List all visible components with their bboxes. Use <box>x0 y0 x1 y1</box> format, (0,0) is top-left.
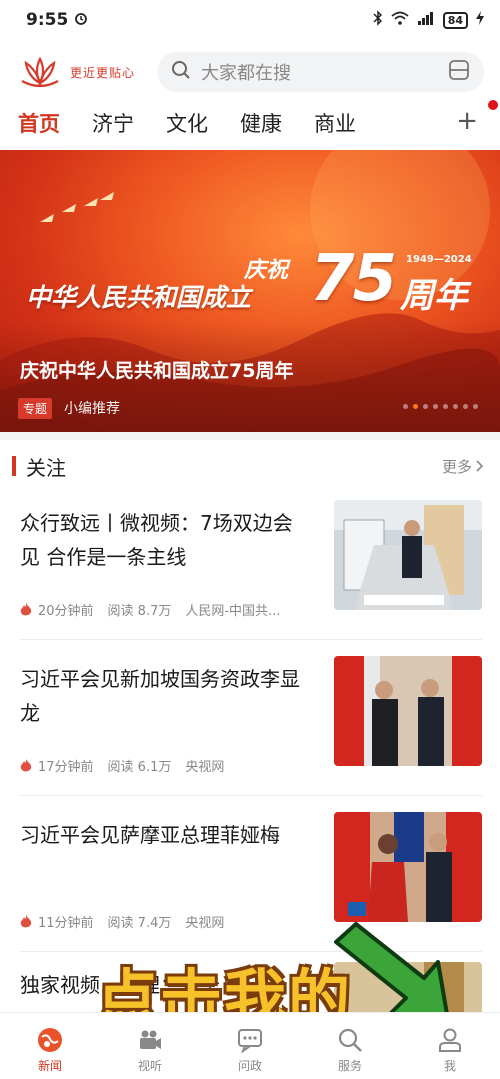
tab-culture[interactable]: 文化 <box>166 108 208 138</box>
news-source: 央视网 <box>185 760 225 775</box>
carousel-dot <box>443 404 448 409</box>
news-title[interactable]: 习近平会见新加坡国务资政李显龙 <box>20 662 310 730</box>
banner-art-number: 75 <box>310 242 397 316</box>
carousel-dot <box>423 404 428 409</box>
carousel-dot <box>453 404 458 409</box>
news-time: 11分钟前 <box>38 916 94 931</box>
news-title[interactable]: 众行致远丨微视频：7场双边会见 合作是一条主线 <box>20 506 310 574</box>
banner-tag: 专题 <box>18 398 53 419</box>
search-nav-icon <box>338 1028 362 1052</box>
status-bar: 9:55 84 <box>0 0 500 40</box>
carousel-dot <box>473 404 478 409</box>
tab-jining[interactable]: 济宁 <box>92 108 134 138</box>
carousel-indicator <box>403 404 478 409</box>
tab-business[interactable]: 商业 <box>314 108 356 138</box>
news-item[interactable]: 众行致远丨微视频：7场双边会见 合作是一条主线 20分钟前 阅读 8.7万 人民… <box>20 500 482 640</box>
banner-art-suffix: 周年 <box>400 276 468 316</box>
battery-level: 84 <box>447 13 463 27</box>
video-nav-icon <box>140 1030 161 1049</box>
news-thumbnail[interactable] <box>334 812 482 922</box>
news-reads: 阅读 7.4万 <box>107 916 172 931</box>
wifi-icon <box>391 11 409 29</box>
chat-nav-icon <box>238 1029 262 1053</box>
search-input[interactable]: 大家都在搜 <box>201 59 448 85</box>
app-header: 更近更贴心 大家都在搜 <box>0 48 500 96</box>
news-reads: 阅读 6.1万 <box>107 760 172 775</box>
nav-label: 新闻 <box>37 1059 62 1073</box>
banner-source: 小编推荐 <box>64 401 120 417</box>
nav-inquiry[interactable]: 问政 <box>200 1013 300 1079</box>
channel-tabs: 首页 济宁 文化 健康 商业 + <box>0 100 500 146</box>
nav-me[interactable]: 我 <box>400 1013 500 1079</box>
section-title: 关注 <box>26 455 66 480</box>
fire-icon <box>20 914 32 929</box>
alarm-icon <box>74 10 88 30</box>
status-icons: 84 <box>373 10 484 30</box>
charging-icon <box>476 11 484 29</box>
nav-news[interactable]: 新闻 <box>0 1013 100 1079</box>
app-logo[interactable]: 更近更贴心 <box>18 55 135 89</box>
add-channel-button[interactable]: + <box>456 106 478 136</box>
nav-video[interactable]: 视听 <box>100 1013 200 1079</box>
section-accent-bar <box>12 456 16 476</box>
news-meta: 20分钟前 阅读 8.7万 人民网-中国共... <box>20 600 280 619</box>
app-slogan: 更近更贴心 <box>70 65 136 80</box>
chevron-right-icon <box>476 460 484 472</box>
banner-art-years: 1949—2024 <box>406 254 472 265</box>
banner-art-main: 中华人民共和国成立 <box>26 283 252 312</box>
nav-label: 问政 <box>237 1059 262 1073</box>
news-source: 人民网-中国共... <box>185 604 281 619</box>
nav-label: 视听 <box>137 1059 162 1073</box>
lotus-logo-icon <box>21 56 59 88</box>
news-time: 17分钟前 <box>38 760 94 775</box>
notification-dot <box>488 100 498 110</box>
status-time: 9:55 <box>26 10 69 30</box>
carousel-dot <box>433 404 438 409</box>
signal-icon <box>417 11 435 29</box>
bottom-nav: 新闻 视听 问政 服务 我 <box>0 1012 500 1079</box>
news-time: 20分钟前 <box>38 604 94 619</box>
carousel-dot-active <box>413 404 418 409</box>
news-meta: 11分钟前 阅读 7.4万 央视网 <box>20 912 224 931</box>
nav-label: 服务 <box>337 1059 362 1073</box>
bluetooth-icon <box>373 10 383 30</box>
carousel-dot <box>463 404 468 409</box>
fire-icon <box>20 758 32 773</box>
user-nav-icon <box>439 1028 461 1052</box>
tab-health[interactable]: 健康 <box>240 108 282 138</box>
tab-home[interactable]: 首页 <box>18 108 60 138</box>
nav-label: 我 <box>443 1059 456 1073</box>
fire-icon <box>20 602 32 617</box>
news-meta: 17分钟前 阅读 6.1万 央视网 <box>20 756 224 775</box>
news-reads: 阅读 8.7万 <box>107 604 172 619</box>
news-source: 央视网 <box>185 916 225 931</box>
more-label: 更多 <box>441 457 472 476</box>
news-title[interactable]: 习近平会见萨摩亚总理菲娅梅 <box>20 818 310 852</box>
search-bar[interactable]: 大家都在搜 <box>157 52 484 92</box>
section-divider <box>0 432 500 440</box>
follow-section-header: 关注 更多 <box>0 446 500 486</box>
carousel-dot <box>403 404 408 409</box>
news-thumbnail[interactable] <box>334 500 482 610</box>
news-nav-icon <box>38 1028 62 1052</box>
battery-icon: 84 <box>442 11 468 29</box>
scan-icon[interactable] <box>448 59 470 85</box>
banner-carousel[interactable]: 庆祝 中华人民共和国成立 75 1949—2024 周年 庆祝中华人民共和国成立… <box>0 150 500 432</box>
nav-services[interactable]: 服务 <box>300 1013 400 1079</box>
news-thumbnail[interactable] <box>334 656 482 766</box>
more-link[interactable]: 更多 <box>442 456 484 477</box>
news-item[interactable]: 习近平会见新加坡国务资政李显龙 17分钟前 阅读 6.1万 央视网 <box>20 656 482 796</box>
banner-caption[interactable]: 庆祝中华人民共和国成立75周年 <box>20 356 293 383</box>
search-icon <box>171 60 191 84</box>
